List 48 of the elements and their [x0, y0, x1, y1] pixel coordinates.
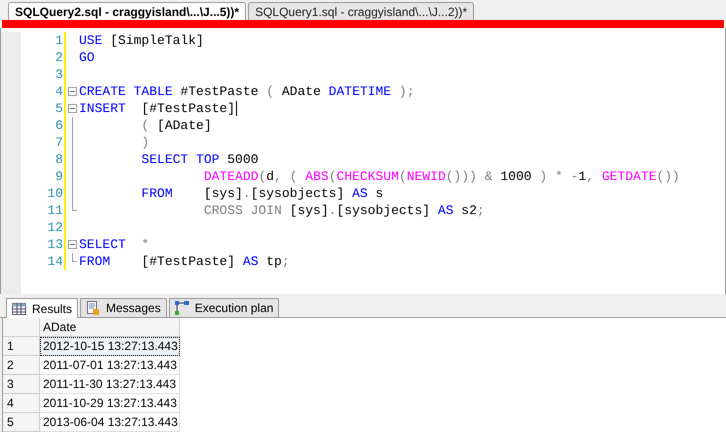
line-number: 1: [54, 33, 63, 48]
document-tab[interactable]: SQLQuery1.sql - craggyisland\...\J...2))*: [248, 2, 474, 20]
line-number: 4: [54, 84, 63, 99]
code-line: GO: [79, 50, 95, 65]
line-number: 11: [46, 203, 63, 218]
line-number: 5: [54, 101, 63, 116]
code-line: ( [ADate]: [140, 118, 212, 133]
line-number: 13: [46, 237, 63, 252]
table-cell: 2011-07-01 13:27:13.443: [40, 356, 180, 375]
table-cell: 2013-06-04 13:27:13.443: [40, 413, 180, 432]
line-number: 12: [46, 220, 63, 235]
results-tab[interactable]: Execution plan: [168, 298, 280, 317]
line-number: 7: [54, 135, 63, 150]
row-header: 1: [3, 337, 40, 356]
line-number: 2: [54, 50, 63, 65]
grid-icon: [12, 302, 26, 314]
flowchart-icon: [174, 301, 189, 315]
code-line: FROM [#TestPaste] AS tp;: [79, 254, 290, 269]
code-line: FROM [sys].[sysobjects] AS s: [140, 186, 384, 201]
row-header: 3: [3, 375, 40, 394]
row-header: 2: [3, 356, 40, 375]
table-cell: 2011-10-29 13:27:13.443: [40, 394, 180, 413]
line-number: 14: [46, 254, 63, 269]
code-line: INSERT [#TestPaste]: [79, 101, 236, 116]
table-cell: 2012-10-15 13:27:13.443: [40, 337, 180, 356]
row-header: 5: [3, 413, 40, 432]
collapse-icon[interactable]: [68, 87, 77, 96]
line-number: 8: [54, 152, 63, 167]
code-line: DATEADD(d, ( ABS(CHECKSUM(NEWID())) & 1000 ) * -1, GETDATE()): [202, 169, 680, 184]
collapse-icon[interactable]: [68, 240, 77, 249]
code-line: ): [140, 135, 150, 150]
table-cell: 2011-11-30 13:27:13.443: [40, 375, 180, 394]
code-line: CROSS JOIN [sys].[sysobjects] AS s2;: [202, 203, 485, 218]
line-number: 3: [54, 67, 63, 82]
line-number: 9: [54, 169, 63, 184]
results-tab[interactable]: Messages: [80, 298, 167, 317]
code-line: SELECT *: [79, 237, 150, 252]
row-header: 4: [3, 394, 40, 413]
column-header: ADate: [40, 318, 180, 337]
line-number: 10: [46, 186, 63, 201]
line-number: 6: [54, 118, 63, 133]
code-line: SELECT TOP 5000: [140, 152, 258, 167]
code-line: USE [SimpleTalk]: [79, 33, 204, 48]
document-icon: [86, 301, 100, 315]
results-tab[interactable]: Results: [6, 298, 78, 318]
collapse-icon[interactable]: [68, 104, 77, 113]
document-tab[interactable]: SQLQuery2.sql - craggyisland\...\J...5))*: [8, 2, 246, 20]
code-line: CREATE TABLE #TestPaste ( ADate DATETIME );: [79, 84, 414, 99]
